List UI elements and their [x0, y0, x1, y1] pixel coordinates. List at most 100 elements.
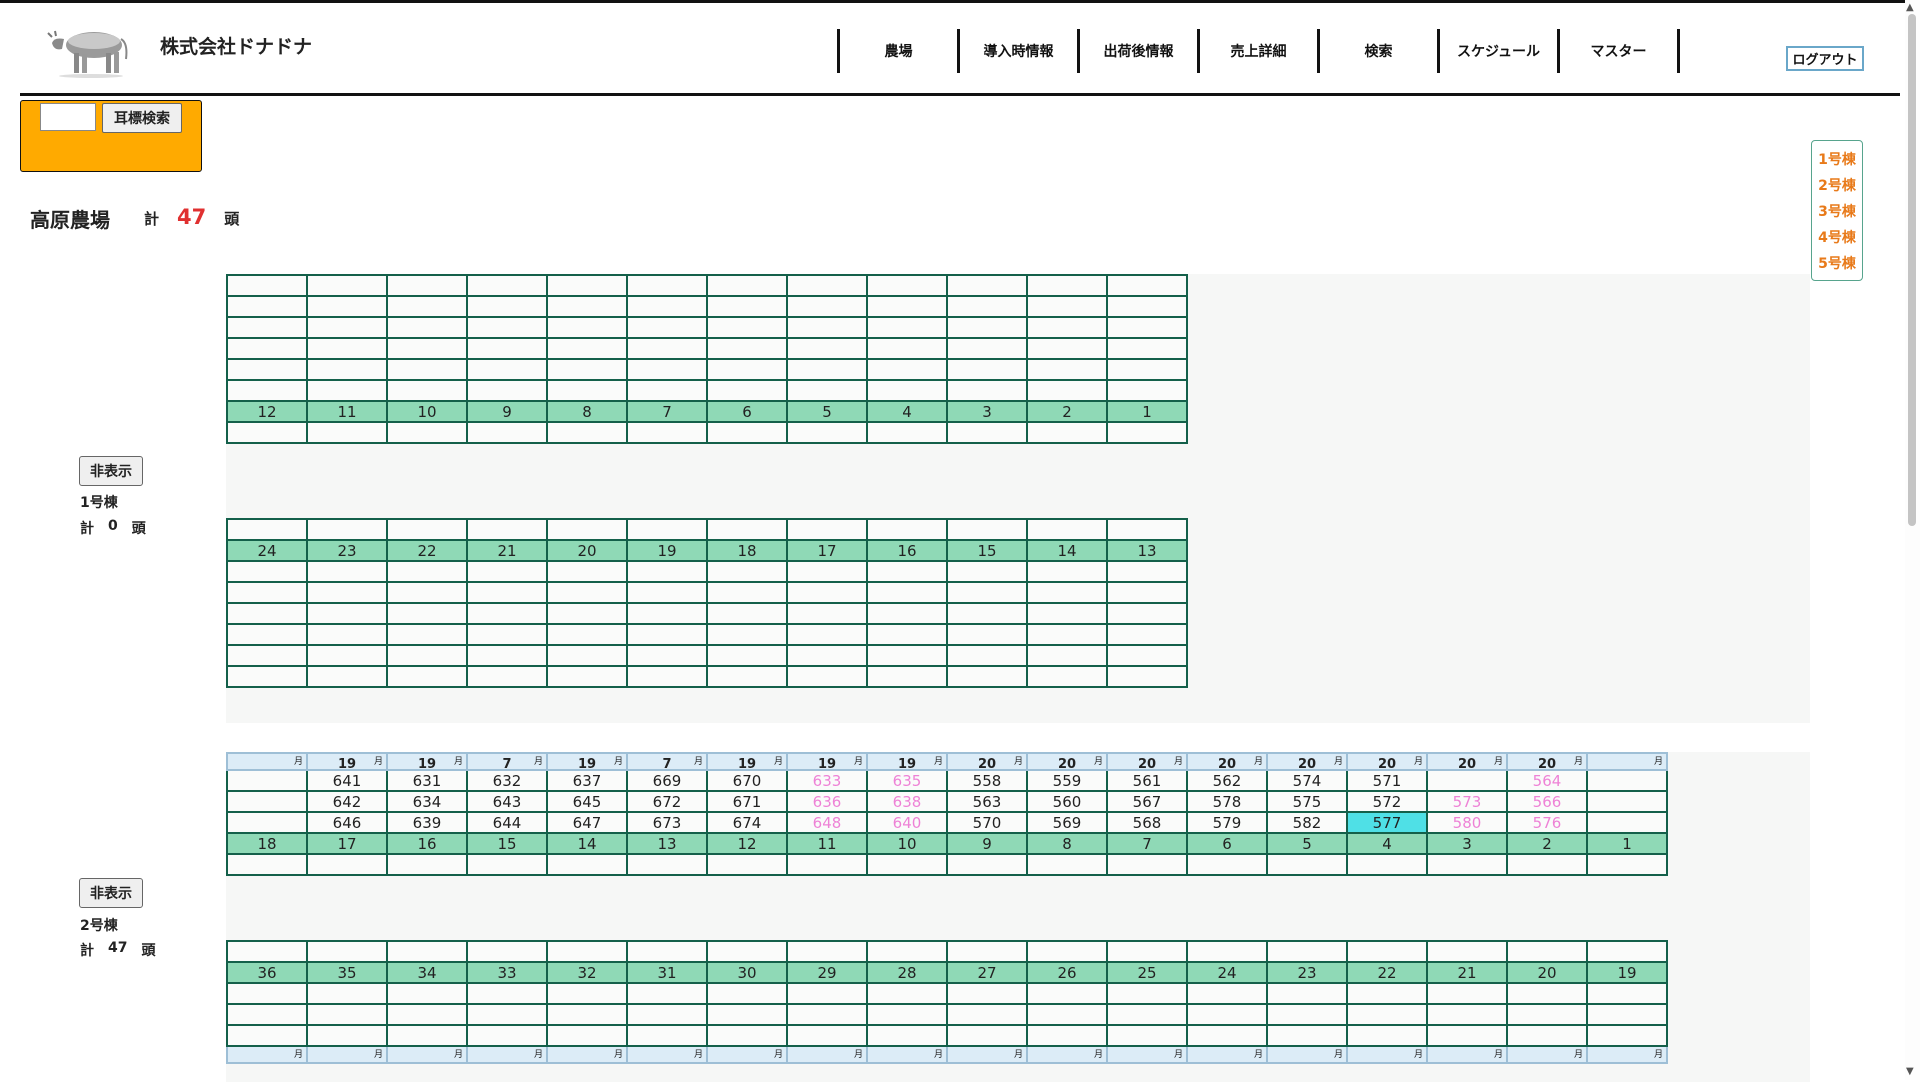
- stall-cell[interactable]: [786, 940, 868, 963]
- barn-link-1[interactable]: 1号棟: [1812, 147, 1862, 173]
- stall-cell[interactable]: [546, 518, 628, 541]
- stall-cell[interactable]: [1266, 940, 1348, 963]
- stall-cell[interactable]: [866, 665, 948, 688]
- stall-cell[interactable]: [1026, 940, 1108, 963]
- stall-cell[interactable]: [1266, 853, 1348, 876]
- stall-cell[interactable]: [1106, 853, 1188, 876]
- stall-cell[interactable]: [626, 274, 708, 297]
- cattle-id-cell[interactable]: 644: [466, 811, 548, 834]
- stall-cell[interactable]: [1266, 1024, 1348, 1047]
- ear-tag-search-button[interactable]: 耳標検索: [102, 103, 182, 133]
- stall-cell[interactable]: [786, 274, 868, 297]
- stall-cell[interactable]: [226, 518, 308, 541]
- stall-cell[interactable]: [226, 316, 308, 339]
- stall-cell[interactable]: [466, 602, 548, 625]
- stall-cell[interactable]: [626, 1024, 708, 1047]
- stall-cell[interactable]: [1186, 853, 1268, 876]
- cattle-id-cell[interactable]: 635: [866, 769, 948, 792]
- stall-cell[interactable]: [1106, 316, 1188, 339]
- stall-cell[interactable]: [466, 940, 548, 963]
- stall-cell[interactable]: [1026, 623, 1108, 646]
- stall-cell[interactable]: [306, 358, 388, 381]
- stall-cell[interactable]: [626, 560, 708, 583]
- cattle-id-cell[interactable]: 634: [386, 790, 468, 813]
- stall-cell[interactable]: [1106, 358, 1188, 381]
- stall-cell[interactable]: [386, 1003, 468, 1026]
- stall-cell[interactable]: [1026, 295, 1108, 318]
- stall-cell[interactable]: [706, 602, 788, 625]
- stall-cell[interactable]: [226, 581, 308, 604]
- stall-cell[interactable]: [706, 316, 788, 339]
- stall-cell[interactable]: [706, 560, 788, 583]
- stall-cell[interactable]: [946, 665, 1028, 688]
- cattle-id-cell[interactable]: 671: [706, 790, 788, 813]
- stall-cell[interactable]: [306, 1024, 388, 1047]
- stall-cell[interactable]: [1426, 853, 1508, 876]
- stall-cell[interactable]: [226, 379, 308, 402]
- stall-cell[interactable]: [226, 560, 308, 583]
- stall-cell[interactable]: [466, 623, 548, 646]
- cattle-id-cell[interactable]: 566: [1506, 790, 1588, 813]
- cattle-id-cell[interactable]: 564: [1506, 769, 1588, 792]
- stall-cell[interactable]: [466, 358, 548, 381]
- stall-cell[interactable]: [466, 581, 548, 604]
- stall-cell[interactable]: [866, 295, 948, 318]
- stall-cell[interactable]: [866, 940, 948, 963]
- barn-link-4[interactable]: 4号棟: [1812, 225, 1862, 251]
- stall-cell[interactable]: [546, 665, 628, 688]
- stall-cell[interactable]: [466, 1024, 548, 1047]
- stall-cell[interactable]: [1106, 982, 1188, 1005]
- stall-cell[interactable]: [866, 644, 948, 667]
- stall-cell[interactable]: [1026, 560, 1108, 583]
- stall-cell[interactable]: [466, 295, 548, 318]
- stall-cell[interactable]: [546, 644, 628, 667]
- stall-cell[interactable]: [226, 790, 308, 813]
- cattle-id-cell[interactable]: 568: [1106, 811, 1188, 834]
- stall-cell[interactable]: [946, 982, 1028, 1005]
- stall-cell[interactable]: [626, 1003, 708, 1026]
- stall-cell[interactable]: [1186, 940, 1268, 963]
- stall-cell[interactable]: [546, 982, 628, 1005]
- stall-cell[interactable]: [1586, 940, 1668, 963]
- cattle-id-cell[interactable]: 563: [946, 790, 1028, 813]
- nav-schedule[interactable]: スケジュール: [1437, 29, 1557, 73]
- stall-cell[interactable]: [546, 295, 628, 318]
- stall-cell[interactable]: [1506, 1024, 1588, 1047]
- stall-cell[interactable]: [546, 581, 628, 604]
- stall-cell[interactable]: [626, 940, 708, 963]
- stall-cell[interactable]: [226, 1024, 308, 1047]
- stall-cell[interactable]: [706, 337, 788, 360]
- barn-2-hide-button[interactable]: 非表示: [79, 878, 143, 908]
- stall-cell[interactable]: [546, 316, 628, 339]
- cattle-id-cell[interactable]: 577: [1346, 811, 1428, 834]
- stall-cell[interactable]: [1106, 644, 1188, 667]
- scrollbar-thumb[interactable]: [1908, 14, 1916, 526]
- stall-cell[interactable]: [306, 379, 388, 402]
- stall-cell[interactable]: [866, 1024, 948, 1047]
- cattle-id-cell[interactable]: 674: [706, 811, 788, 834]
- stall-cell[interactable]: [706, 1003, 788, 1026]
- stall-cell[interactable]: [626, 623, 708, 646]
- stall-cell[interactable]: [546, 337, 628, 360]
- stall-cell[interactable]: [706, 982, 788, 1005]
- stall-cell[interactable]: [1106, 421, 1188, 444]
- stall-cell[interactable]: [786, 518, 868, 541]
- stall-cell[interactable]: [626, 379, 708, 402]
- stall-cell[interactable]: [1586, 811, 1668, 834]
- stall-cell[interactable]: [306, 853, 388, 876]
- stall-cell[interactable]: [626, 518, 708, 541]
- stall-cell[interactable]: [706, 644, 788, 667]
- stall-cell[interactable]: [946, 1003, 1028, 1026]
- cattle-id-cell[interactable]: 647: [546, 811, 628, 834]
- stall-cell[interactable]: [386, 623, 468, 646]
- stall-cell[interactable]: [466, 665, 548, 688]
- stall-cell[interactable]: [1106, 623, 1188, 646]
- cattle-id-cell[interactable]: 573: [1426, 790, 1508, 813]
- stall-cell[interactable]: [306, 295, 388, 318]
- cattle-id-cell[interactable]: 560: [1026, 790, 1108, 813]
- cattle-id-cell[interactable]: 643: [466, 790, 548, 813]
- stall-cell[interactable]: [946, 602, 1028, 625]
- stall-cell[interactable]: [946, 518, 1028, 541]
- stall-cell[interactable]: [1506, 1003, 1588, 1026]
- stall-cell[interactable]: [386, 560, 468, 583]
